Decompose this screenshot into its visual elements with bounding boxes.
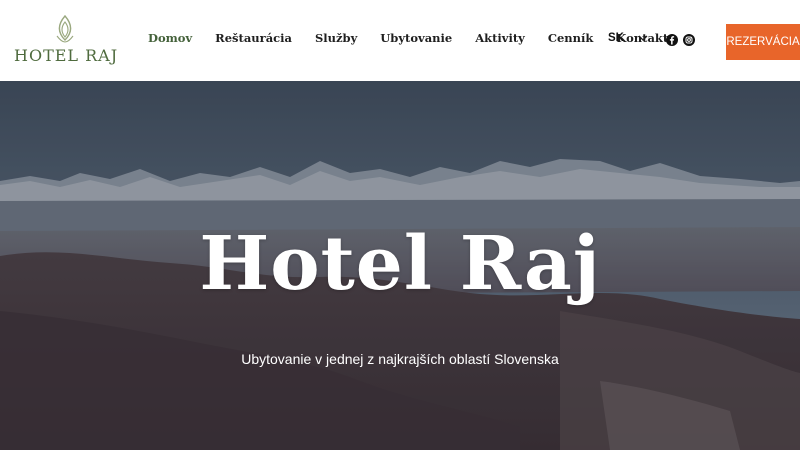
hero-title: Hotel Raj — [199, 221, 601, 307]
nav-item-cennik[interactable]: Cenník — [548, 31, 594, 51]
logo-text: HOTEL RAJ — [14, 46, 119, 65]
lotus-leaf-icon — [56, 14, 74, 43]
nav-item-restauracia[interactable]: Reštaurácia — [215, 31, 292, 51]
reservation-button[interactable]: REZERVÁCIA — [726, 24, 800, 60]
hero-section: Hotel Raj Ubytovanie v jednej z najkrajš… — [0, 81, 800, 450]
chevron-down-icon[interactable] — [638, 34, 648, 42]
site-header: HOTEL RAJ Domov Reštaurácia Služby Ubyto… — [0, 0, 800, 81]
language-selector[interactable]: SK — [608, 32, 624, 44]
instagram-icon[interactable] — [683, 34, 695, 46]
facebook-icon[interactable] — [666, 34, 678, 46]
nav-item-domov[interactable]: Domov — [148, 31, 192, 51]
nav-item-sluzby[interactable]: Služby — [315, 31, 357, 51]
nav-item-aktivity[interactable]: Aktivity — [475, 31, 525, 51]
hero-subtitle: Ubytovanie v jednej z najkrajších oblast… — [241, 351, 559, 367]
hotel-logo[interactable]: HOTEL RAJ — [14, 14, 119, 68]
nav-item-ubytovanie[interactable]: Ubytovanie — [380, 31, 452, 51]
